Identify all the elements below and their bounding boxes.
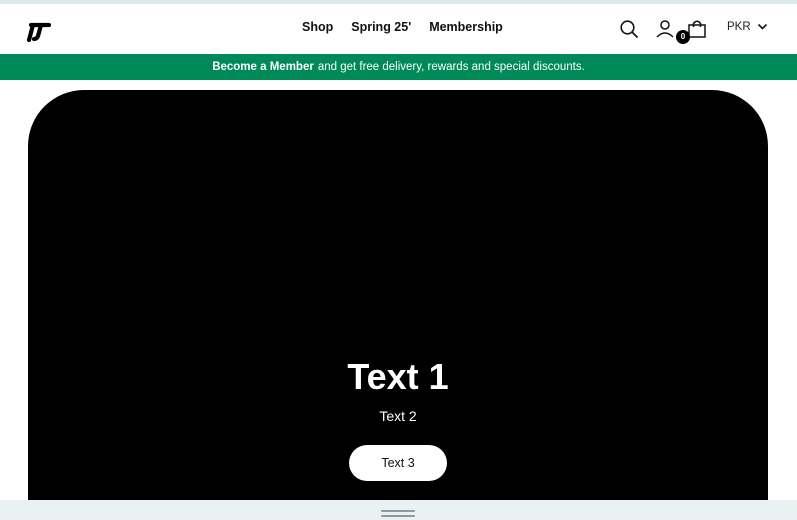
main-nav: Shop Spring 25' Membership xyxy=(302,20,503,34)
promo-banner[interactable]: Become a Member and get free delivery, r… xyxy=(0,54,797,80)
promo-text: and get free delivery, rewards and speci… xyxy=(317,61,585,73)
nav-shop[interactable]: Shop xyxy=(302,20,333,34)
brand-logo-icon[interactable] xyxy=(25,18,53,42)
account-icon[interactable] xyxy=(654,18,676,40)
nav-membership[interactable]: Membership xyxy=(429,20,503,34)
cart-count-badge: 0 xyxy=(676,30,690,44)
hero-subtitle: Text 2 xyxy=(379,408,417,424)
chevron-down-icon xyxy=(757,23,767,30)
drag-handle[interactable] xyxy=(381,510,415,518)
hero-title: Text 1 xyxy=(347,356,449,397)
nav-spring-25[interactable]: Spring 25' xyxy=(351,20,411,34)
currency-selector[interactable]: PKR xyxy=(727,21,768,33)
promo-bold-text: Become a Member xyxy=(212,61,314,73)
search-icon[interactable] xyxy=(618,18,640,40)
hero-cta-button[interactable]: Text 3 xyxy=(349,445,447,481)
currency-label: PKR xyxy=(727,21,751,33)
site-header: Shop Spring 25' Membership 0 PKR xyxy=(0,4,797,54)
hero-banner: Text 1 Text 2 Text 3 xyxy=(28,90,768,510)
